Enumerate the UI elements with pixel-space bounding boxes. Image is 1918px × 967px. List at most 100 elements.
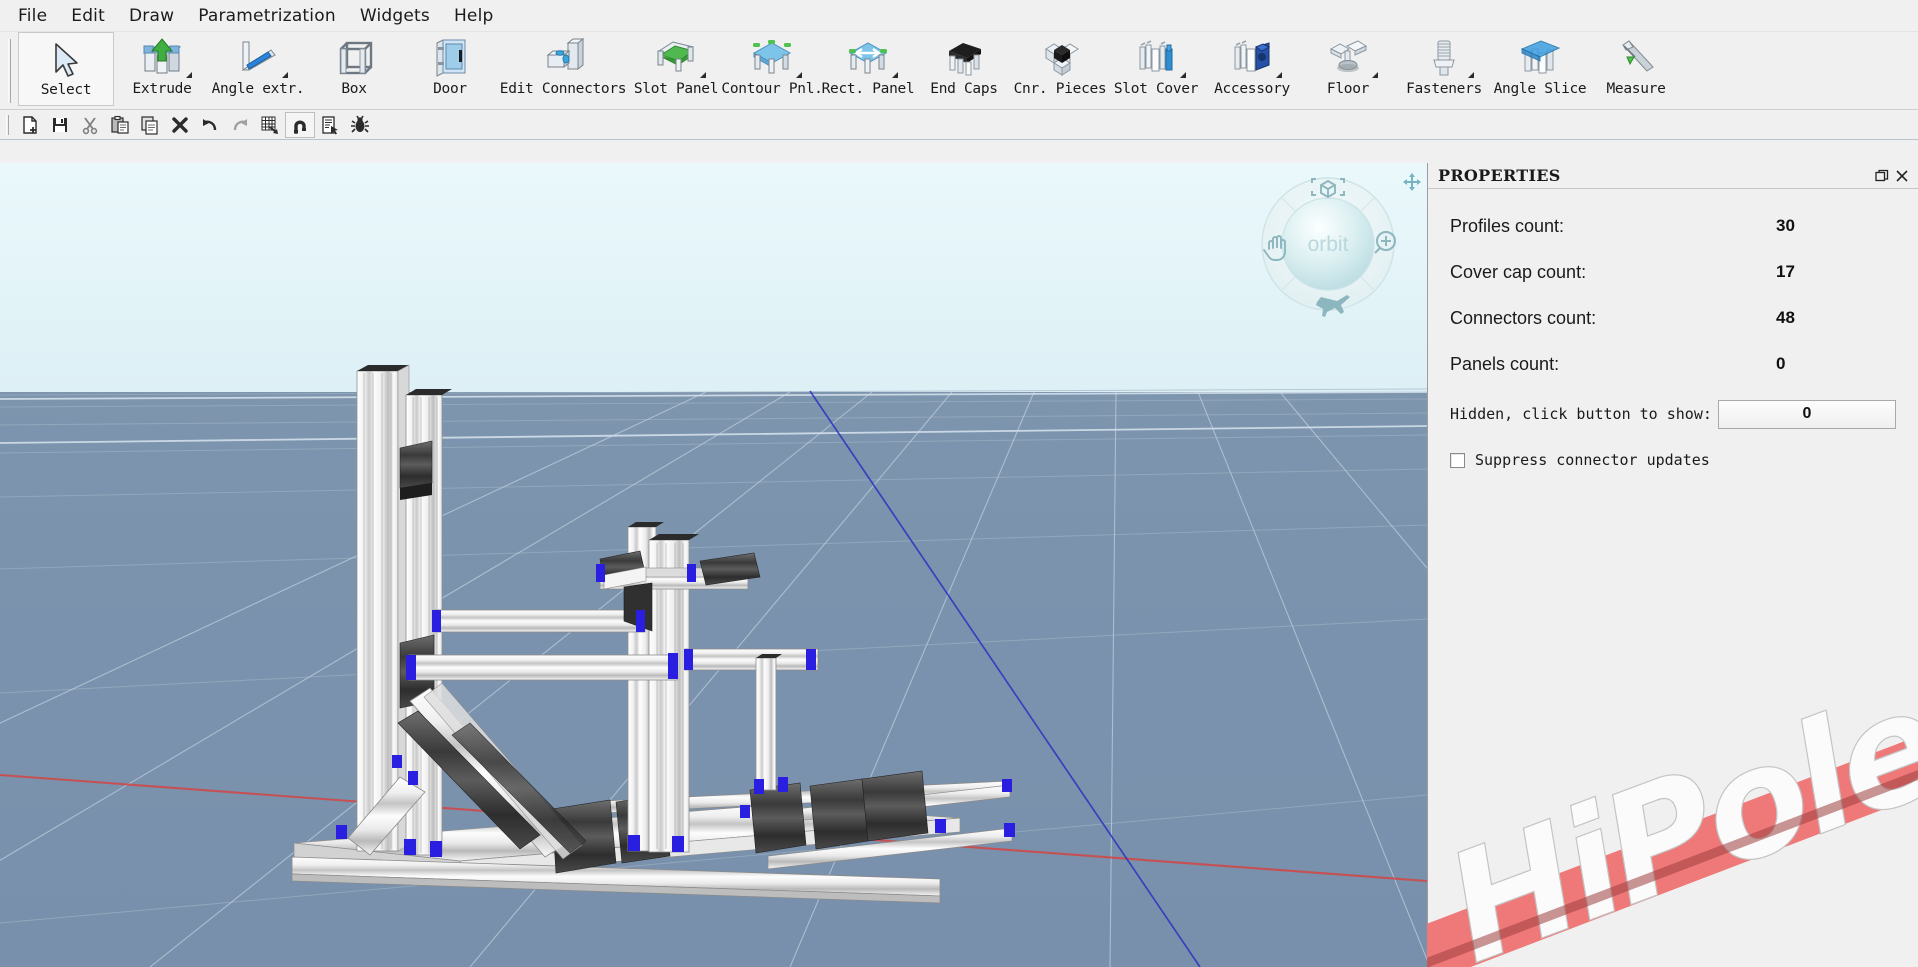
tool-button-extrude[interactable]: Extrude xyxy=(114,32,210,106)
edit-toolbar xyxy=(0,110,1918,140)
property-value: 30 xyxy=(1776,216,1795,235)
extrusion-frame-model[interactable] xyxy=(0,163,1427,967)
tool-button-box[interactable]: Box xyxy=(306,32,402,106)
cursor-arrow-icon xyxy=(43,38,89,80)
floor-mount-icon xyxy=(1325,37,1371,79)
report-icon[interactable] xyxy=(315,112,345,138)
menu-item-draw[interactable]: Draw xyxy=(119,3,184,29)
contour-panel-icon xyxy=(749,37,795,79)
tool-label: Fasteners xyxy=(1406,81,1482,97)
property-row-profiles-count: Profiles count: 30 xyxy=(1450,215,1896,237)
rect-panel-icon xyxy=(845,37,891,79)
tool-button-angle-extrusion[interactable]: Angle extr. xyxy=(210,32,306,106)
application-window: File Edit Draw Parametrization Widgets H… xyxy=(0,0,1918,967)
panel-title: PROPERTIES xyxy=(1438,166,1561,185)
dropdown-arrow-icon[interactable] xyxy=(700,72,706,78)
property-label: Panels count: xyxy=(1450,353,1560,374)
box-frame-icon xyxy=(331,37,377,79)
new-document-icon[interactable] xyxy=(15,112,45,138)
tool-label: Measure xyxy=(1606,81,1666,97)
tool-button-corner-pieces[interactable]: Cnr. Pieces xyxy=(1012,32,1108,106)
magnet-snap-icon[interactable] xyxy=(285,111,315,138)
tool-button-slot-panel[interactable]: Slot Panel xyxy=(628,32,724,106)
door-icon xyxy=(427,37,473,79)
dropdown-arrow-icon[interactable] xyxy=(1276,72,1282,78)
redo-icon[interactable] xyxy=(225,112,255,138)
delete-icon[interactable] xyxy=(165,112,195,138)
property-row-hidden-objects: Hidden, click button to show: 0 xyxy=(1450,399,1896,429)
3d-viewport[interactable]: orbit xyxy=(0,163,1427,967)
tool-button-contour-panel[interactable]: Contour Pnl. xyxy=(721,32,823,106)
property-label: Connectors count: xyxy=(1450,307,1597,328)
tool-label: End Caps xyxy=(930,81,998,97)
tool-label: Slot Panel xyxy=(633,81,719,97)
save-icon[interactable] xyxy=(45,112,75,138)
hidden-objects-label: Hidden, click button to show: xyxy=(1450,405,1712,423)
properties-panel-body: Profiles count: 30 Cover cap count: 17 C… xyxy=(1428,189,1918,469)
edit-connectors-icon xyxy=(540,37,586,79)
menu-item-parametrization[interactable]: Parametrization xyxy=(188,3,346,29)
grid-snap-icon[interactable] xyxy=(255,112,285,138)
tool-label: Angle Slice xyxy=(1493,81,1587,97)
orbit-label: orbit xyxy=(1308,233,1349,256)
dropdown-arrow-icon[interactable] xyxy=(892,72,898,78)
measure-icon xyxy=(1613,37,1659,79)
dropdown-arrow-icon[interactable] xyxy=(282,72,288,78)
dropdown-arrow-icon[interactable] xyxy=(1468,72,1474,78)
paste-icon[interactable] xyxy=(105,112,135,138)
navigation-orbit-gizmo[interactable]: orbit xyxy=(1247,163,1409,325)
fasteners-bolt-icon xyxy=(1421,37,1467,79)
dropdown-arrow-icon[interactable] xyxy=(1372,72,1378,78)
tool-button-end-caps[interactable]: End Caps xyxy=(916,32,1012,106)
main-toolbar: Select Extrude Angle extr. Box Door Edit… xyxy=(0,32,1918,110)
menu-item-help[interactable]: Help xyxy=(444,3,504,29)
close-panel-icon[interactable] xyxy=(1892,166,1912,186)
dropdown-arrow-icon[interactable] xyxy=(796,72,802,78)
debug-bug-icon[interactable] xyxy=(345,112,375,138)
angle-slice-icon xyxy=(1517,37,1563,79)
extrude-icon xyxy=(139,37,185,79)
tool-label: Contour Pnl. xyxy=(721,81,823,97)
dropdown-arrow-icon[interactable] xyxy=(186,72,192,78)
tool-button-select[interactable]: Select xyxy=(18,32,114,106)
menu-item-file[interactable]: File xyxy=(8,3,57,29)
tool-label: Box xyxy=(341,81,367,97)
suppress-connector-updates-row[interactable]: Suppress connector updates xyxy=(1450,451,1896,469)
dropdown-arrow-icon[interactable] xyxy=(1180,72,1186,78)
tool-label: Door xyxy=(433,81,467,97)
copy-icon[interactable] xyxy=(135,112,165,138)
properties-panel: PROPERTIES Profiles count: 30 Cover cap … xyxy=(1427,163,1918,967)
toolbar-drag-handle[interactable] xyxy=(4,36,15,105)
tool-label: Edit Connectors xyxy=(499,81,627,97)
tool-button-edit-connectors[interactable]: Edit Connectors xyxy=(498,32,628,106)
tool-button-floor[interactable]: Floor xyxy=(1300,32,1396,106)
tool-label: Rect. Panel xyxy=(821,81,915,97)
show-hidden-button[interactable]: 0 xyxy=(1718,399,1896,429)
tool-label: Cnr. Pieces xyxy=(1013,81,1107,97)
tool-button-measure[interactable]: Measure xyxy=(1588,32,1684,106)
property-label: Profiles count: xyxy=(1450,215,1565,236)
property-label: Cover cap count: xyxy=(1450,261,1587,282)
slot-cover-icon xyxy=(1133,37,1179,79)
cut-icon[interactable] xyxy=(75,112,105,138)
tool-button-door[interactable]: Door xyxy=(402,32,498,106)
tool-button-slot-cover[interactable]: Slot Cover xyxy=(1108,32,1204,106)
tool-label: Extrude xyxy=(132,81,192,97)
menu-item-edit[interactable]: Edit xyxy=(61,3,115,29)
tool-label: Floor xyxy=(1326,81,1370,97)
tool-label: Select xyxy=(40,82,92,98)
tool-button-rect-panel[interactable]: Rect. Panel xyxy=(820,32,916,106)
menu-item-widgets[interactable]: Widgets xyxy=(350,3,440,29)
property-row-cover-cap-count: Cover cap count: 17 xyxy=(1450,261,1896,283)
suppress-connector-updates-checkbox[interactable] xyxy=(1450,452,1465,468)
float-panel-icon[interactable] xyxy=(1872,166,1892,186)
undo-icon[interactable] xyxy=(195,112,225,138)
tool-button-angle-slice[interactable]: Angle Slice xyxy=(1492,32,1588,106)
tool-button-accessory[interactable]: Accessory xyxy=(1204,32,1300,106)
tool-button-fasteners[interactable]: Fasteners xyxy=(1396,32,1492,106)
edit-toolbar-drag-handle[interactable] xyxy=(2,114,12,136)
property-row-connectors-count: Connectors count: 48 xyxy=(1450,307,1896,329)
property-value: 0 xyxy=(1776,354,1786,373)
move-arrows-icon[interactable] xyxy=(1403,173,1421,191)
slot-panel-icon xyxy=(653,37,699,79)
